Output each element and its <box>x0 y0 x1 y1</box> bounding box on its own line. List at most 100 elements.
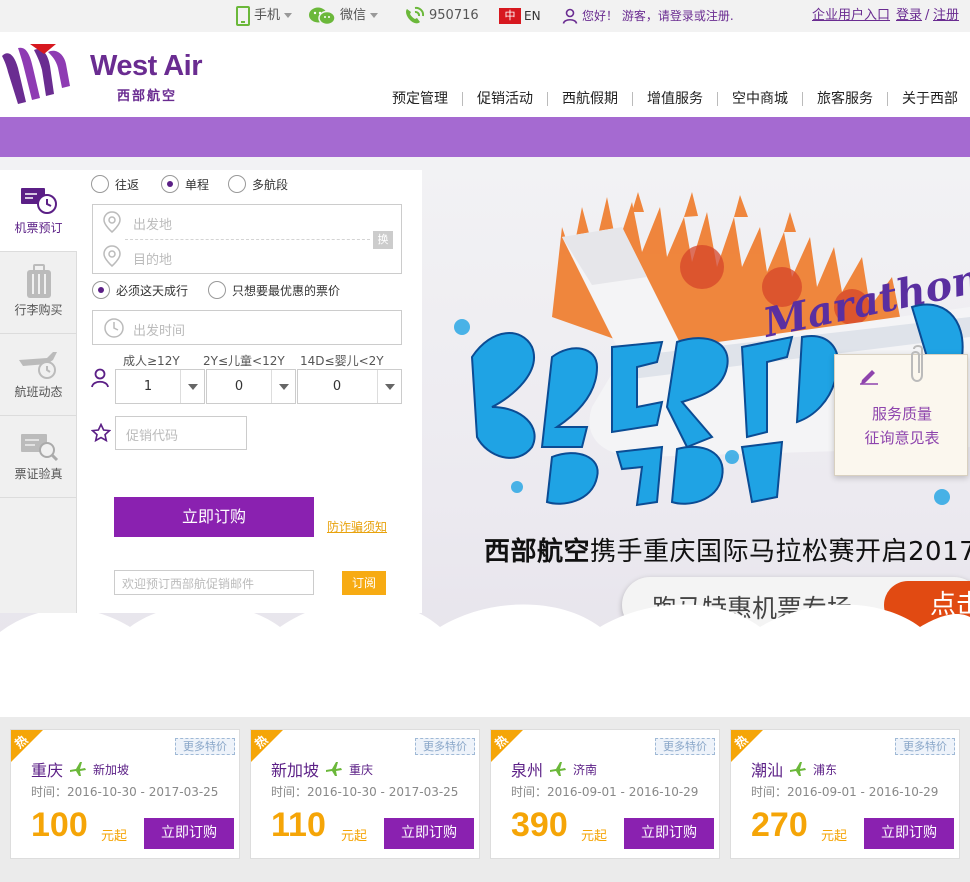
adult-label: 成人≥12Y <box>123 354 180 368</box>
deal-card[interactable]: 热 更多特价 重庆 新加坡 时间：2016-10-30 - 2017-03-25… <box>10 729 240 859</box>
promo-code-input[interactable]: 促销代码 <box>115 416 247 450</box>
nav-sky-mall[interactable]: 空中商城 <box>718 90 802 108</box>
trip-multi-radio[interactable]: 多航段 <box>228 175 288 193</box>
nav-value-added[interactable]: 增值服务 <box>633 90 717 108</box>
hero-caption: 西部航空携手重庆国际马拉松赛开启2017 <box>484 531 970 568</box>
swap-cities-button[interactable]: 换 <box>373 231 393 249</box>
radio-circle <box>161 175 179 193</box>
deal-destination: 新加坡 <box>93 763 130 777</box>
tab-label: 行李购买 <box>14 303 63 317</box>
subscribe-button[interactable]: 订阅 <box>342 571 386 595</box>
lowest-fare-radio[interactable]: 只想要最优惠的票价 <box>208 281 340 299</box>
plane-icon <box>70 762 86 776</box>
lang-zh-button[interactable]: 中 <box>499 8 521 24</box>
deal-price-unit: 元起 <box>341 829 368 844</box>
enterprise-login-link[interactable]: 企业用户入口 <box>812 0 890 32</box>
tab-luggage[interactable]: 行李购买 <box>0 252 77 334</box>
city-input-group: 出发地 目的地 换 <box>92 204 402 274</box>
deal-buy-button[interactable]: 立即订购 <box>864 818 954 849</box>
login-link[interactable]: 登录 <box>896 0 922 32</box>
field-divider <box>125 239 370 240</box>
departure-date-input[interactable]: 出发时间 <box>92 310 402 345</box>
plane-icon <box>790 762 806 776</box>
tab-flight-status[interactable]: 航班动态 <box>0 334 77 416</box>
infant-label: 14D≤婴儿<2Y <box>300 354 384 368</box>
tab-ticket-booking[interactable]: 机票预订 <box>0 170 78 252</box>
mobile-label: 手机 <box>254 8 281 23</box>
destination-input[interactable]: 目的地 <box>133 249 172 268</box>
deal-origin: 重庆 <box>31 761 64 780</box>
email-subscribe-input[interactable]: 欢迎预订西部航促销邮件 <box>114 570 314 595</box>
origin-input[interactable]: 出发地 <box>133 214 172 233</box>
mobile-phone-icon[interactable] <box>236 6 250 26</box>
deal-card[interactable]: 热 更多特价 潮汕 浦东 时间：2016-09-01 - 2016-10-29 … <box>730 729 960 859</box>
promo-placeholder: 促销代码 <box>126 429 179 444</box>
deal-origin: 新加坡 <box>271 761 320 780</box>
ticket-clock-icon <box>21 188 57 214</box>
deal-price: 390 <box>511 806 568 844</box>
nav-about[interactable]: 关于西部 <box>888 90 958 108</box>
exact-date-radio[interactable]: 必须这天成行 <box>92 281 188 299</box>
radio-circle <box>92 281 110 299</box>
deal-price-unit: 元起 <box>581 829 608 844</box>
edit-icon <box>860 370 878 385</box>
user-icon <box>562 8 578 24</box>
deal-dates: 时间：2016-09-01 - 2016-10-29 <box>751 785 939 799</box>
more-deals-link[interactable]: 更多特价 <box>415 738 475 755</box>
deal-buy-button[interactable]: 立即订购 <box>624 818 714 849</box>
tab-label: 票证验真 <box>14 467 63 481</box>
radio-label: 必须这天成行 <box>116 283 189 298</box>
nav-passenger-service[interactable]: 旅客服务 <box>803 90 887 108</box>
deal-card[interactable]: 热 更多特价 新加坡 重庆 时间：2016-10-30 - 2017-03-25… <box>250 729 480 859</box>
plane-icon <box>326 762 342 776</box>
deals-strip: 热 更多特价 重庆 新加坡 时间：2016-10-30 - 2017-03-25… <box>0 717 970 882</box>
deal-card[interactable]: 热 更多特价 泉州 济南 时间：2016-09-01 - 2016-10-29 … <box>490 729 720 859</box>
lang-en-button[interactable]: EN <box>524 8 541 24</box>
slash-separator: / <box>925 8 930 23</box>
trip-round-radio[interactable]: 往返 <box>91 175 139 193</box>
passenger-icon <box>91 368 109 388</box>
nav-holidays[interactable]: 西航假期 <box>548 90 632 108</box>
clock-icon <box>104 318 124 338</box>
deal-price: 100 <box>31 806 88 844</box>
nav-promotions[interactable]: 促销活动 <box>463 90 547 108</box>
select-value: 1 <box>143 379 153 394</box>
plane-icon <box>550 762 566 776</box>
book-now-button[interactable]: 立即订购 <box>114 497 314 537</box>
infant-count-select[interactable]: 0 <box>297 369 402 404</box>
star-icon <box>91 423 111 443</box>
adult-count-select[interactable]: 1 <box>115 369 205 404</box>
ticket-search-icon <box>21 434 59 462</box>
tab-ticket-verify[interactable]: 票证验真 <box>0 416 77 498</box>
deal-buy-button[interactable]: 立即订购 <box>144 818 234 849</box>
wechat-icon[interactable] <box>308 6 336 26</box>
deal-buy-button[interactable]: 立即订购 <box>384 818 474 849</box>
trip-oneway-radio[interactable]: 单程 <box>161 175 209 193</box>
register-link[interactable]: 注册 <box>933 0 959 32</box>
anti-fraud-link[interactable]: 防诈骗须知 <box>327 518 387 535</box>
booking-side-tabs: 机票预订 行李购买 航班动态 票证验真 <box>0 170 78 613</box>
hotline-phone-icon <box>406 6 425 24</box>
more-deals-link[interactable]: 更多特价 <box>175 738 235 755</box>
wechat-menu[interactable]: 微信 <box>340 0 379 32</box>
dropdown-arrow-icon <box>271 370 295 403</box>
nav-booking-management[interactable]: 预定管理 <box>378 90 462 108</box>
child-label: 2Y≤儿童<12Y <box>203 354 285 368</box>
radio-label: 往返 <box>115 177 140 192</box>
hotline-number: 950716 <box>429 8 479 23</box>
select-value: 0 <box>332 379 342 394</box>
tab-label: 机票预订 <box>14 221 63 235</box>
hero-caption-text: 携手重庆国际马拉松赛开启2017 <box>590 537 970 567</box>
mobile-menu[interactable]: 手机 <box>254 0 293 32</box>
dropdown-arrow-icon <box>180 370 204 403</box>
deal-price: 110 <box>271 806 326 844</box>
tab-label: 航班动态 <box>14 385 63 399</box>
deal-dates: 时间：2016-10-30 - 2017-03-25 <box>31 785 219 799</box>
booking-panel: 往返 单程 多航段 出发地 目的地 换 必须这天成行 只想要最优惠的票价 出发时… <box>77 170 422 613</box>
radio-circle <box>208 281 226 299</box>
more-deals-link[interactable]: 更多特价 <box>655 738 715 755</box>
child-count-select[interactable]: 0 <box>206 369 296 404</box>
west-air-logo-icon[interactable] <box>0 42 80 108</box>
more-deals-link[interactable]: 更多特价 <box>895 738 955 755</box>
service-survey-card[interactable]: 服务质量 征询意见表 <box>834 345 968 476</box>
